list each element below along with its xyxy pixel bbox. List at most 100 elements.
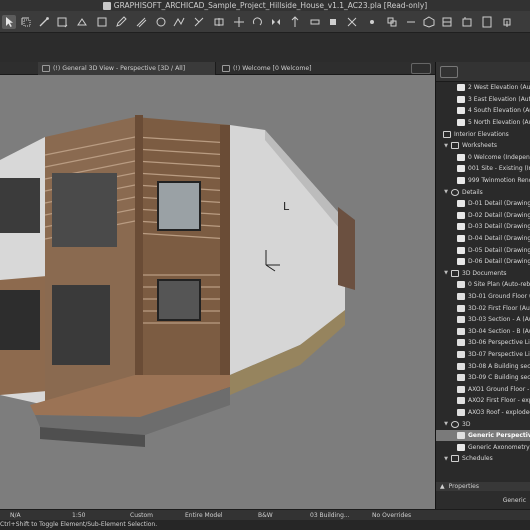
navigator-item[interactable]: D-02 Detail (Drawing) [436, 210, 530, 222]
3d-window-icon[interactable] [422, 15, 436, 29]
navigator-panel: 2 West Elevation (Auto 3 East Elevation (… [435, 62, 530, 482]
graphic-override-selector[interactable]: No Overrides [372, 512, 411, 519]
wall-tool-icon[interactable] [95, 15, 109, 29]
window-lower-left [0, 290, 40, 350]
navigator-item[interactable]: AXO3 Roof - exploded [436, 407, 530, 419]
explode-tool-icon[interactable] [365, 15, 379, 29]
disclosure-triangle-icon[interactable]: ▼ [443, 456, 449, 462]
worksheet-icon [457, 165, 465, 173]
navigator-item[interactable]: D-03 Detail (Drawing) [436, 221, 530, 233]
disclosure-triangle-icon[interactable]: ▼ [443, 143, 449, 149]
navigator-item[interactable]: AXO2 First Floor - exp [436, 395, 530, 407]
navigator-item[interactable]: 001 Site - Existing (Inc [436, 163, 530, 175]
navigator-item[interactable]: D-05 Detail (Drawing) [436, 244, 530, 256]
elevation-icon [457, 95, 465, 103]
navigator-mode-button[interactable] [440, 66, 458, 78]
rotate-tool-icon[interactable] [250, 15, 264, 29]
marquee-tool-button[interactable] [19, 15, 33, 29]
navigator-item-label: 0 Welcome (Independ [468, 153, 530, 161]
mirror-tool-icon[interactable] [269, 15, 283, 29]
zoom-display[interactable]: N/A [10, 512, 21, 519]
navigator-item[interactable]: 0 Site Plan (Auto-rebu [436, 279, 530, 291]
navigator-item[interactable]: 3D-07 Perspective Lin [436, 349, 530, 361]
3d-viewport[interactable]: L [0, 75, 435, 509]
cube-icon [451, 420, 459, 428]
suspend-groups-icon[interactable] [404, 15, 418, 29]
disclosure-triangle-icon[interactable]: ▼ [443, 421, 449, 427]
navigator-item[interactable]: 3D-02 First Floor (Aut [436, 302, 530, 314]
navigator-item[interactable]: 2 West Elevation (Auto [436, 82, 530, 94]
stretch-tool-icon[interactable] [308, 15, 322, 29]
navigator-item[interactable]: ▼ 3D [436, 418, 530, 430]
properties-title: Properties [448, 483, 479, 490]
navigator-item[interactable]: ▼ Worksheets [436, 140, 530, 152]
navigator-header [436, 62, 530, 82]
tab-welcome[interactable]: (!) Welcome [0 Welcome] [222, 62, 362, 75]
properties-header[interactable]: ▲ Properties [436, 482, 530, 491]
navigator-item-label: 2 West Elevation (Auto [468, 84, 530, 92]
navigator-item[interactable]: Generic Axonometry [436, 441, 530, 453]
navigator-item[interactable]: 3D-06 Perspective Lin [436, 337, 530, 349]
section-icon[interactable] [460, 15, 474, 29]
navigator-item[interactable]: 3D-08 A Building sect [436, 360, 530, 372]
navigator-item-label: D-06 Detail (Drawing) [468, 258, 530, 266]
scale-selector[interactable]: 1:50 [72, 512, 85, 519]
navigator-item[interactable]: 3 East Elevation (Auto [436, 94, 530, 106]
navigator-item[interactable]: ▼ Schedules [436, 453, 530, 465]
tab-general-3d-view[interactable]: (!) General 3D View - Perspective [3D / … [38, 62, 216, 75]
elevate-tool-icon[interactable] [288, 15, 302, 29]
circle-tool-icon[interactable] [154, 15, 168, 29]
move-tool-icon[interactable] [232, 15, 246, 29]
navigator-item[interactable]: 3D-04 Section - B (Au [436, 325, 530, 337]
magic-wand-icon[interactable] [37, 15, 51, 29]
publisher-icon[interactable] [500, 15, 514, 29]
document-3d-icon [457, 281, 465, 289]
document-3d-icon [457, 327, 465, 335]
navigator-item-label: 3D-02 First Floor (Aut [468, 304, 530, 312]
polyline-tool-icon[interactable] [172, 15, 186, 29]
navigator-item-label: 3D Documents [462, 269, 507, 277]
layout-book-icon[interactable] [480, 15, 494, 29]
disclosure-triangle-icon[interactable]: ▼ [443, 270, 449, 276]
navigator-item[interactable]: 3D-09 C Building sect [436, 372, 530, 384]
layer-combination-selector[interactable]: Custom [130, 512, 153, 519]
arrow-tool-button[interactable] [2, 15, 16, 29]
disclosure-triangle-icon[interactable]: ▼ [443, 189, 449, 195]
navigator-item-label: Generic Perspective [468, 432, 530, 440]
model-view-options-selector[interactable]: 03 Building... [310, 512, 350, 519]
worksheet-icon [457, 153, 465, 161]
element-info-icon[interactable] [75, 15, 89, 29]
navigator-item[interactable]: AXO1 Ground Floor - e [436, 383, 530, 395]
group-tool-icon[interactable] [385, 15, 399, 29]
navigator-item[interactable]: ▼ Details [436, 186, 530, 198]
navigator-item[interactable]: 5 North Elevation (Aut [436, 117, 530, 129]
floor-plan-icon[interactable] [440, 15, 454, 29]
status-text: Ctrl+Shift to Toggle Element/Sub-Element… [0, 521, 158, 528]
navigator-item[interactable]: 999 Twinmotion Rende [436, 175, 530, 187]
detail-icon [457, 223, 465, 231]
navigator-item[interactable]: 3D-03 Section - A (Au [436, 314, 530, 326]
resize-tool-icon[interactable] [326, 15, 340, 29]
navigator-item[interactable]: 3D-01 Ground Floor (A [436, 291, 530, 303]
navigator-item-label: 001 Site - Existing (Inc [468, 165, 530, 173]
document-3d-icon [457, 350, 465, 358]
navigator-item[interactable]: Generic Perspective [436, 429, 530, 442]
navigator-item[interactable]: ▼ 3D Documents [436, 268, 530, 280]
properties-value-row[interactable]: Generic [436, 491, 530, 509]
navigator-item[interactable]: D-01 Detail (Drawing) [436, 198, 530, 210]
navigator-item[interactable]: Interior Elevations [436, 128, 530, 140]
tab-menu-button[interactable] [411, 63, 431, 74]
timber-box-side [135, 117, 230, 375]
navigator-item[interactable]: 0 Welcome (Independ [436, 152, 530, 164]
offset-tool-icon[interactable] [134, 15, 148, 29]
layer-selector-icon[interactable] [55, 15, 69, 29]
model-view-selector[interactable]: Entire Model [185, 512, 223, 519]
navigator-item[interactable]: 4 South Elevation (Aut [436, 105, 530, 117]
intersect-tool-icon[interactable] [345, 15, 359, 29]
split-tool-icon[interactable] [212, 15, 226, 29]
navigator-item[interactable]: D-06 Detail (Drawing) [436, 256, 530, 268]
pen-set-selector[interactable]: B&W [258, 512, 273, 519]
pencil-icon[interactable] [114, 15, 128, 29]
navigator-item[interactable]: D-04 Detail (Drawing) [436, 233, 530, 245]
trim-tool-icon[interactable] [192, 15, 206, 29]
